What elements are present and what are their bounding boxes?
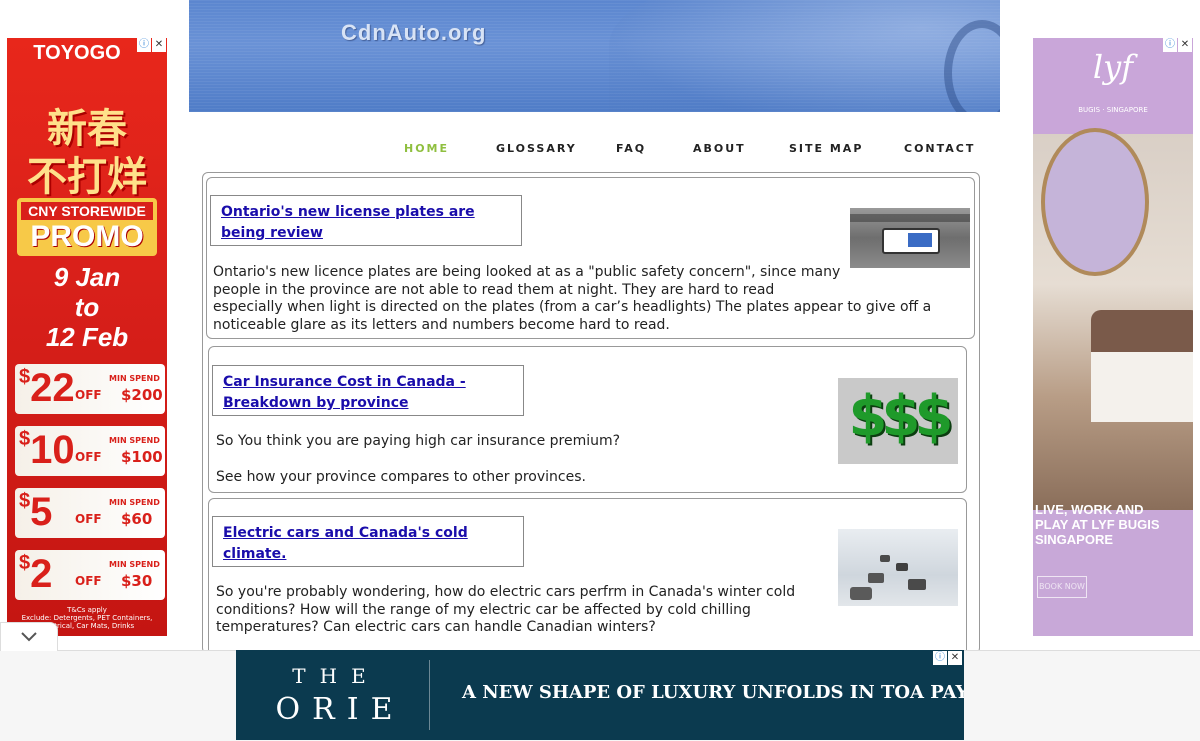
lyf-book-button[interactable]: BOOK NOW [1037,576,1087,598]
bed [1091,352,1193,422]
offer-off: OFF [75,450,102,464]
ad-lyf-header: lyf BUGIS · SINGAPORE [1033,38,1193,134]
article-title-box: Electric cars and Canada's cold climate. [212,516,524,567]
car-shape [880,555,890,562]
adchoices-icon[interactable]: ⓘ [1163,38,1177,52]
ad-lyf-footer: LIVE, WORK AND PLAY AT LYF BUGIS SINGAPO… [1033,502,1193,636]
adchoices-icon[interactable]: ⓘ [933,651,947,665]
offer-min-spend: MIN SPEND [109,498,160,507]
article-title-box: Car Insurance Cost in Canada - Breakdown … [212,365,524,416]
dollar-signs-graphic: $$$ [848,384,954,449]
offer-min-spend: MIN SPEND [109,374,160,383]
nav-home[interactable]: HOME [404,142,449,155]
plate-shape [882,228,940,254]
adchoices-icon[interactable]: ⓘ [137,38,151,52]
offer-spend: $30 [121,572,153,590]
ad-storewide: CNY STOREWIDE [21,202,153,220]
money-image[interactable]: $$$ [838,378,958,464]
offer-off: OFF [75,388,102,402]
article-card: Ontario's new license plates are being re… [206,177,975,339]
nav-contact[interactable]: CONTACT [904,142,975,155]
ad-offer: $2 OFF MIN SPEND $30 [15,550,165,600]
ad-promo: PROMO [30,220,144,253]
ad-bottom-orie[interactable]: THE ORIE A NEW SHAPE OF LUXURY UNFOLDS I… [236,650,964,740]
article-title-link[interactable]: Ontario's new license plates are being re… [221,204,475,241]
offer-spend: $200 [121,386,163,404]
ad-chinese-line2: 不打烊 [27,154,147,200]
offer-off: OFF [75,574,102,588]
offer-amount: $10 [19,428,75,472]
article-summary: Ontario's new licence plates are being l… [213,264,932,333]
bumper-trim [850,214,970,222]
header-banner: CdnAuto.org [189,0,1000,112]
ad-divider [429,660,430,730]
article-title-link[interactable]: Electric cars and Canada's cold climate. [223,525,468,562]
nav-glossary[interactable]: GLOSSARY [496,142,577,155]
ad-left-toyogo[interactable]: TOYOGO 新春 不打烊 CNY STOREWIDE PROMO 9 Jan t… [7,38,167,636]
article-title-box: Ontario's new license plates are being re… [210,195,522,246]
offer-amount: $2 [19,552,53,596]
ad-offer: $10 OFF MIN SPEND $100 [15,426,165,476]
plate-sticker [908,233,932,247]
offer-min-spend: MIN SPEND [109,436,160,445]
ad-brand: TOYOGO [33,42,121,64]
article-card: Car Insurance Cost in Canada - Breakdown … [208,346,967,493]
offer-off: OFF [75,512,102,526]
offer-spend: $60 [121,510,153,528]
offer-amount: $22 [19,366,75,410]
lyf-location: BUGIS · SINGAPORE [1078,106,1148,114]
license-plate-image[interactable] [850,208,970,268]
site-logo[interactable]: CdnAuto.org [341,20,486,46]
orie-logo-line2: ORIE [275,692,405,727]
article-card: Electric cars and Canada's cold climate. … [208,498,967,653]
close-icon[interactable]: ✕ [1178,38,1192,52]
offer-spend: $100 [121,448,163,466]
article-title-link[interactable]: Car Insurance Cost in Canada - Breakdown … [223,374,466,411]
close-icon[interactable]: ✕ [948,651,962,665]
offer-amount: $5 [19,490,53,534]
lyf-logo: lyf [1092,48,1134,86]
collapse-ad-button[interactable] [0,622,58,651]
article-summary: So You think you are paying high car ins… [216,433,621,485]
chevron-down-icon [21,632,37,642]
nav-about[interactable]: ABOUT [693,142,746,155]
car-shape [896,563,908,571]
lyf-tagline: LIVE, WORK AND PLAY AT LYF BUGIS SINGAPO… [1035,502,1160,547]
nav-faq[interactable]: FAQ [616,142,646,155]
car-shape [850,587,872,600]
close-icon[interactable]: ✕ [152,38,166,52]
nav-site-map[interactable]: SITE MAP [789,142,863,155]
article-summary: So you're probably wondering, how do ele… [216,584,796,635]
wall-art [1041,128,1149,276]
snowy-traffic-image[interactable] [838,529,958,606]
orie-logo-line1: THE [292,664,380,688]
car-shape [868,573,884,583]
banner-car-image [609,0,1000,112]
ad-offer: $22 OFF MIN SPEND $200 [15,364,165,414]
offer-min-spend: MIN SPEND [109,560,160,569]
ad-lyf-photo [1033,128,1193,510]
ad-dates: 9 Jan to 12 Feb [45,262,129,352]
car-shape [908,579,926,590]
ad-offer: $5 OFF MIN SPEND $60 [15,488,165,538]
ad-promo-box: CNY STOREWIDE PROMO [17,198,157,256]
content-frame: Ontario's new license plates are being re… [202,172,980,654]
orie-headline: A NEW SHAPE OF LUXURY UNFOLDS IN TOA PAY… [462,682,964,703]
ad-right-lyf[interactable]: lyf BUGIS · SINGAPORE LIVE, WORK AND PLA… [1033,38,1193,636]
